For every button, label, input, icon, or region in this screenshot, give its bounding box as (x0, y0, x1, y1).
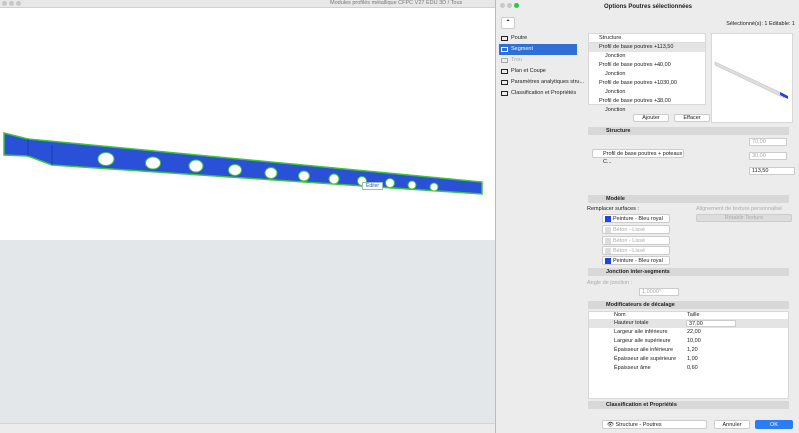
surface-select[interactable]: Béton - Lissé (602, 236, 670, 245)
dialog-title: Options Poutres sélectionnées (496, 0, 799, 15)
classification-section-header[interactable]: Classification et Propriétés (588, 401, 789, 409)
segment-row[interactable]: Profil de base poutres +... 113,50 (589, 43, 705, 52)
nav-beam[interactable]: Poutre (499, 33, 577, 44)
structure-section-header[interactable]: Structure (588, 127, 789, 135)
cancel-button[interactable]: Annuler (714, 420, 750, 429)
main-title-bar: Modules profilés métallique CFPC V27 EDU… (0, 0, 495, 8)
surface-select[interactable]: Peinture - Bleu royal (602, 214, 670, 223)
main-window-title: Modules profilés métallique CFPC V27 EDU… (330, 0, 463, 6)
structure-header: Structure (589, 34, 705, 43)
sidebar-nav: Poutre Segment Trou Plan et Coupe Paramè… (499, 33, 584, 433)
junction-angle-label: Angle de jonction : (587, 280, 633, 286)
offset-row[interactable]: Épaisseur aile inférieure 1,20 (589, 346, 788, 355)
nav-classification[interactable]: Classification et Propriétés (499, 88, 577, 99)
nav-hole[interactable]: Trou (499, 55, 577, 66)
offsets-section-header[interactable]: Modificateurs de décalage (588, 301, 789, 309)
structure-table[interactable]: Structure Profil de base poutres +... 113… (588, 33, 706, 113)
offset-row[interactable]: Largeur aile inférieure 22,00 (589, 328, 788, 337)
nav-segment[interactable]: Segment (499, 44, 577, 55)
bottom-toolbar[interactable] (0, 423, 495, 433)
offset-row[interactable]: Épaisseur aile supérieure 1,00 (589, 355, 788, 364)
surface-select[interactable]: Béton - Lissé (602, 225, 670, 234)
model-section-header[interactable]: Modèle (588, 195, 789, 203)
nav-analytic[interactable]: Paramètres analytiques stru... (499, 77, 584, 88)
segment-row[interactable]: Profil de base poutres +... 40,00 (589, 61, 705, 70)
surface-select[interactable]: Peinture - Bleu royal (602, 256, 670, 265)
preview-panel (711, 33, 793, 123)
delete-button[interactable]: Effacer (674, 114, 710, 122)
nav-plan-section[interactable]: Plan et Coupe (499, 66, 577, 77)
favorites-button[interactable]: ⌖ (501, 17, 515, 29)
surface-select[interactable]: Béton - Lissé (602, 246, 670, 255)
length-field[interactable]: 113,50 (749, 167, 795, 175)
junction-row[interactable]: Jonction (589, 52, 705, 61)
junction-row[interactable]: Jonction (589, 88, 705, 97)
3d-viewport[interactable]: Éditer (0, 8, 495, 240)
ok-button[interactable]: OK (755, 420, 793, 429)
texture-alignment-label: Alignement de texture personnalisé (696, 206, 783, 212)
edit-label[interactable]: Éditer (362, 182, 384, 190)
offsets-table[interactable]: Nom Taille Hauteur totale 37,00 Largeur ai… (588, 311, 789, 399)
offset-row[interactable]: Largeur aile supérieure 10,00 (589, 337, 788, 346)
segment-row[interactable]: Profil de base poutres +... 1030,00 (589, 79, 705, 88)
offset-row[interactable]: Épaisseur âme 0,60 (589, 364, 788, 373)
add-button[interactable]: Ajouter (633, 114, 669, 122)
segment-row[interactable]: Profil de base poutres +... 38,00 (589, 97, 705, 106)
width-field[interactable]: 70,00 (749, 138, 787, 146)
replace-surfaces-label: Remplacer surfaces : (587, 206, 639, 212)
junction-angle-field[interactable]: 1,0000° (639, 288, 679, 296)
ground-area (0, 240, 495, 423)
beam-3d[interactable] (0, 8, 495, 240)
junction-section-header[interactable]: Jonction inter-segments (588, 268, 789, 276)
layer-select[interactable]: 👁 Structure - Poutres (602, 420, 707, 429)
height-field[interactable]: 30,00 (749, 152, 787, 160)
reset-texture-button[interactable]: Rétablir Texture (696, 214, 792, 222)
selection-info: Sélectionné(s): 1 Editable: 1 (726, 21, 795, 27)
junction-row[interactable]: Jonction (589, 70, 705, 79)
offset-row[interactable]: Hauteur totale 37,00 (589, 319, 788, 328)
profile-select[interactable]: Profil de base poutres + poteaux C... (592, 149, 684, 165)
beam-options-dialog: Options Poutres sélectionnées ⌖ Sélectio… (495, 0, 799, 433)
